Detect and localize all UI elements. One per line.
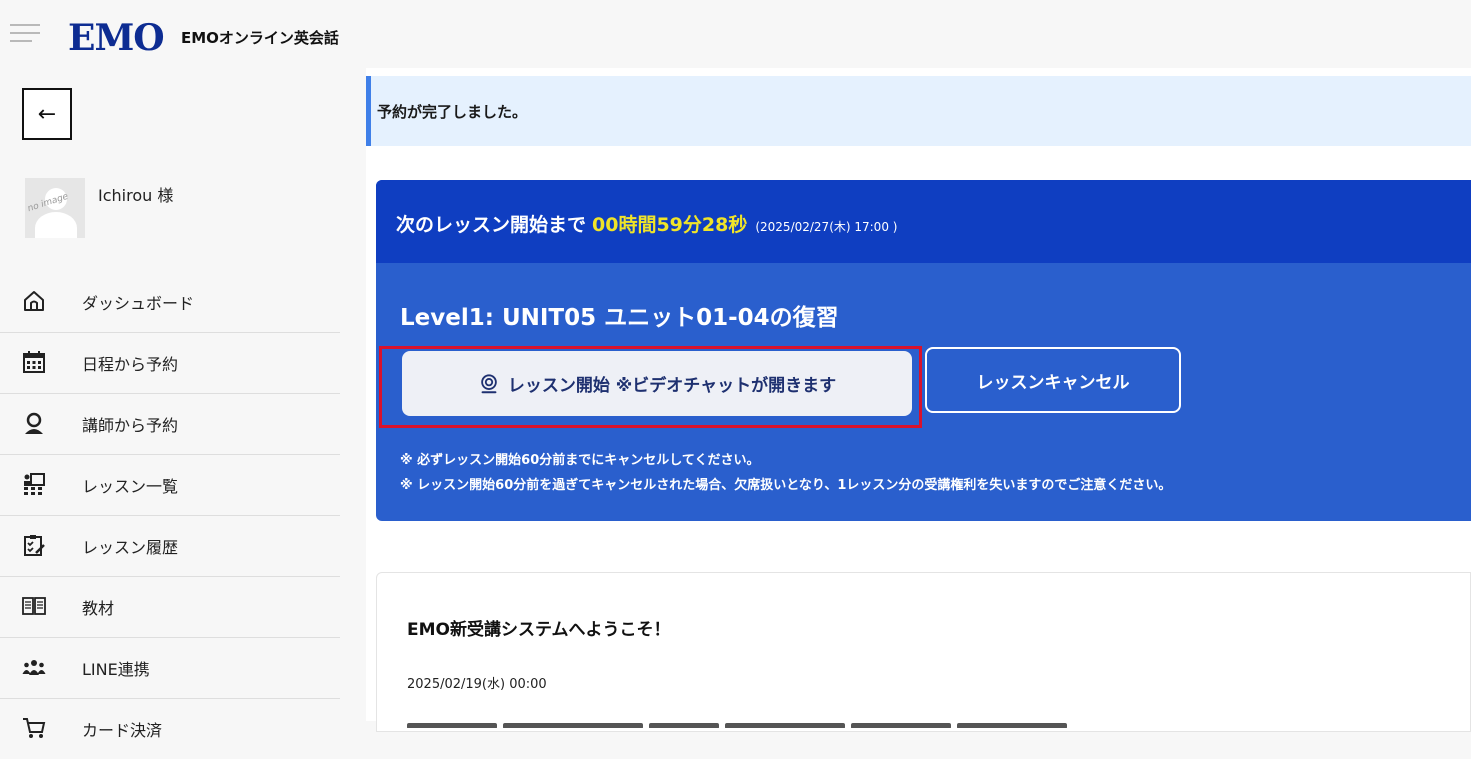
avatar: no image [25,178,85,238]
sidebar-item-label: ダッシュボード [82,294,195,313]
lesson-datetime: (2025/02/27(木) 17:00 ) [755,220,898,234]
teacher-icon [25,412,43,434]
sidebar-item-label: 日程から予約 [82,355,179,374]
cancel-lesson-button[interactable]: レッスンキャンセル [925,347,1181,413]
logo[interactable]: EMO [68,18,165,58]
sidebar-nav: ダッシュボード 日程から予約 講師から予約 レッスン一覧 レッスン履歴 教材 L… [0,272,340,759]
cart-icon [23,718,46,738]
user-name: Ichirou 様 [98,186,174,205]
sidebar: ← no image Ichirou 様 ダッシュボード 日程から予約 講師から… [0,68,350,740]
sidebar-item-lesson-history[interactable]: レッスン履歴 [0,516,340,577]
top-bar: EMO EMOオンライン英会話 [0,0,1471,68]
home-icon [24,291,44,311]
book-icon [22,597,46,615]
sidebar-item-line[interactable]: LINE連携 [0,638,340,699]
countdown-label: 次のレッスン開始まで [396,214,587,236]
group-icon [22,660,46,675]
menu-icon[interactable] [10,24,42,44]
sidebar-item-label: 教材 [82,599,115,618]
news-date: 2025/02/19(水) 00:00 [407,677,547,692]
back-button[interactable]: ← [22,88,72,140]
sidebar-item-label: 講師から予約 [82,416,179,435]
clipboard-icon [24,535,45,556]
countdown-time: 00時間59分28秒 [592,214,748,236]
sidebar-item-teacher-booking[interactable]: 講師から予約 [0,394,340,455]
main-content: 予約が完了しました。 次のレッスン開始まで 00時間59分28秒 (2025/02/… [366,68,1471,732]
news-card: EMO新受講システムへようこそ！ 2025/02/19(水) 00:00 [376,572,1471,732]
alert-message: 予約が完了しました。 [377,103,528,121]
lesson-list-icon [24,473,45,495]
sidebar-item-materials[interactable]: 教材 [0,577,340,638]
start-lesson-label: レッスン開始 ※ビデオチャットが開きます [507,376,837,396]
user-profile: no image Ichirou 様 [25,178,173,238]
news-title: EMO新受講システムへようこそ！ [407,620,671,640]
cancel-notice: ※ 必ずレッスン開始60分前までにキャンセルしてください。 [400,453,760,468]
news-body-clipped [407,714,1097,728]
brand-name: EMOオンライン英会話 [181,29,339,47]
lesson-card-header: 次のレッスン開始まで 00時間59分28秒 (2025/02/27(木) 17:00… [376,180,1471,263]
sidebar-item-label: レッスン一覧 [82,477,179,496]
success-alert: 予約が完了しました。 [366,76,1471,146]
sidebar-item-label: レッスン履歴 [82,538,179,557]
sidebar-item-label: LINE連携 [82,660,150,679]
sidebar-item-card-payment[interactable]: カード決済 [0,699,340,759]
countdown: 次のレッスン開始まで 00時間59分28秒 (2025/02/27(木) 17:00… [396,210,897,237]
late-cancel-notice: ※ レッスン開始60分前を過ぎてキャンセルされた場合、欠席扱いとなり、1レッスン… [400,478,1172,493]
sidebar-item-dashboard[interactable]: ダッシュボード [0,272,340,333]
next-lesson-card: 次のレッスン開始まで 00時間59分28秒 (2025/02/27(木) 17:00… [376,180,1471,521]
lesson-title: Level1: UNIT05 ユニット01-04の復習 [400,305,839,331]
calendar-icon [23,351,45,373]
webcam-icon [481,373,497,393]
highlight-frame: レッスン開始 ※ビデオチャットが開きます [379,346,922,428]
sidebar-item-schedule-booking[interactable]: 日程から予約 [0,333,340,394]
sidebar-item-lesson-list[interactable]: レッスン一覧 [0,455,340,516]
start-lesson-button[interactable]: レッスン開始 ※ビデオチャットが開きます [402,351,912,416]
